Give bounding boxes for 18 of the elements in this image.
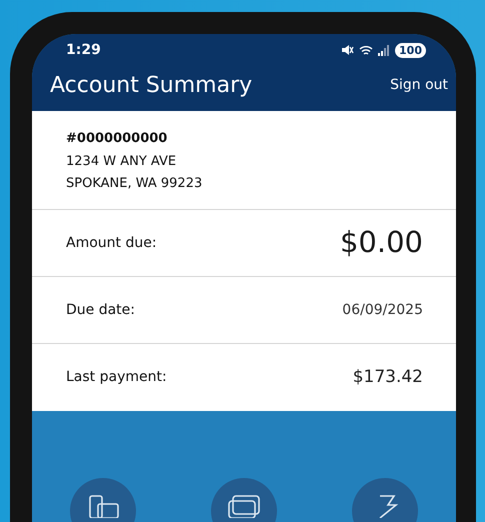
row-label: Amount due: bbox=[66, 234, 157, 252]
wifi-icon bbox=[359, 44, 374, 56]
row-value: $173.42 bbox=[352, 366, 423, 389]
address-line: 1234 W ANY AVE bbox=[66, 152, 178, 170]
page-title: Account Summary bbox=[50, 72, 252, 100]
muted-speaker-icon bbox=[341, 44, 354, 56]
account-number: #0000000000 bbox=[66, 130, 168, 148]
devices-icon bbox=[86, 494, 120, 518]
address-line: SPOKANE, WA 99223 bbox=[66, 175, 204, 193]
sign-out-link[interactable]: Sign out bbox=[390, 75, 448, 96]
card-icon bbox=[227, 494, 261, 518]
row-label: Due date: bbox=[66, 300, 136, 320]
status-time: 1:29 bbox=[66, 40, 101, 60]
battery-level: 100 bbox=[395, 42, 426, 58]
signal-icon bbox=[378, 44, 390, 56]
row-label: Last payment: bbox=[66, 368, 167, 387]
row-value: 06/09/2025 bbox=[342, 300, 423, 320]
row-value: $0.00 bbox=[340, 224, 423, 262]
